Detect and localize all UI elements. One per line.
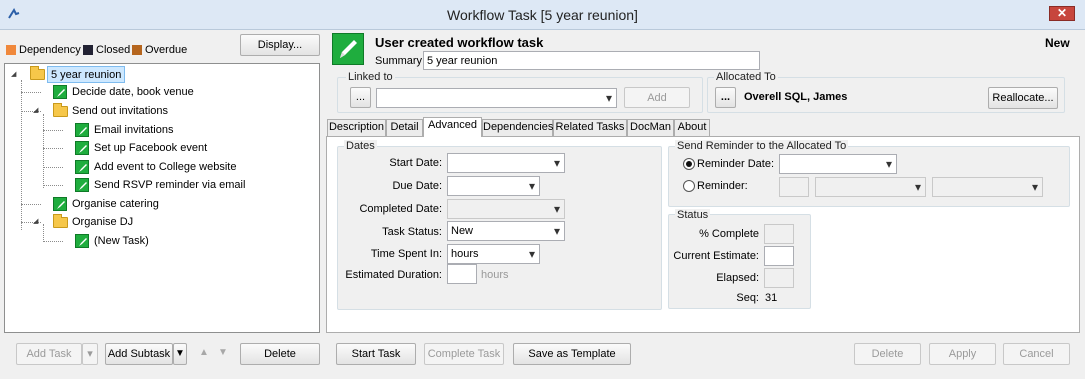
add-subtask-dropdown[interactable]: ▼	[173, 343, 187, 365]
tab-detail[interactable]: Detail	[386, 119, 423, 136]
task-icon	[75, 178, 89, 192]
task-icon	[75, 160, 89, 174]
close-button[interactable]: ✕	[1049, 6, 1075, 21]
completed-date-picker[interactable]	[447, 199, 565, 219]
save-template-button[interactable]: Save as Template	[513, 343, 631, 365]
complete-task-button[interactable]: Complete Task	[424, 343, 504, 365]
tab-description[interactable]: Description	[327, 119, 386, 136]
folder-icon	[30, 66, 45, 80]
tree-root[interactable]: 5 year reunion	[47, 66, 126, 83]
estimated-duration-input[interactable]	[447, 264, 477, 284]
seq-label: Seq:	[736, 292, 759, 304]
tab-docman[interactable]: DocMan	[627, 119, 674, 136]
tree-item[interactable]: Send out invitations	[72, 103, 168, 119]
closed-swatch	[83, 45, 93, 55]
dependency-swatch	[6, 45, 16, 55]
task-icon	[75, 123, 89, 137]
linked-browse-button[interactable]: ...	[350, 87, 371, 108]
reminder-option-label: Reminder:	[697, 180, 748, 192]
window-title: Workflow Task [5 year reunion]	[447, 7, 638, 23]
tab-related-tasks[interactable]: Related Tasks	[553, 119, 627, 136]
percent-complete-input[interactable]	[764, 224, 794, 244]
folder-icon	[53, 214, 68, 228]
percent-complete-label: % Complete	[699, 228, 759, 240]
legend-dependency: Dependency	[19, 44, 81, 56]
reminder-date-radio[interactable]	[683, 158, 695, 170]
allocated-browse-button[interactable]: ...	[715, 87, 736, 108]
tree-item[interactable]: Set up Facebook event	[94, 140, 207, 156]
collapse-icon[interactable]: ◢	[33, 106, 38, 114]
delete-button[interactable]: Delete	[854, 343, 921, 365]
time-spent-label: Time Spent In:	[370, 248, 442, 260]
hours-unit: hours	[481, 269, 509, 281]
reminder-date-label: Reminder Date:	[697, 158, 775, 170]
task-icon	[75, 141, 89, 155]
elapsed-input[interactable]	[764, 268, 794, 288]
current-estimate-input[interactable]	[764, 246, 794, 266]
summary-label: Summary:	[375, 55, 426, 67]
tab-dependencies[interactable]: Dependencies	[482, 119, 553, 136]
start-date-picker[interactable]	[447, 153, 565, 173]
tree-item[interactable]: (New Task)	[94, 233, 149, 249]
overdue-swatch	[132, 45, 142, 55]
reallocate-button[interactable]: Reallocate...	[988, 87, 1058, 109]
task-tree[interactable]: ◢ 5 year reunion Decide date, book venue…	[4, 63, 320, 333]
task-icon	[53, 85, 67, 99]
cancel-button[interactable]: Cancel	[1003, 343, 1070, 365]
due-date-picker[interactable]	[447, 176, 540, 196]
task-status-field-label: Task Status:	[382, 226, 442, 238]
reminder-unit-select[interactable]	[815, 177, 926, 197]
tree-item[interactable]: Email invitations	[94, 122, 173, 138]
add-task-dropdown[interactable]: ▾	[82, 343, 98, 365]
summary-input[interactable]: 5 year reunion	[423, 51, 760, 70]
move-up-icon[interactable]: ▲	[199, 347, 209, 358]
tree-item[interactable]: Add event to College website	[94, 159, 236, 175]
due-date-label: Due Date:	[392, 180, 442, 192]
tree-item[interactable]: Decide date, book venue	[72, 84, 194, 100]
tree-delete-button[interactable]: Delete	[240, 343, 320, 365]
display-button[interactable]: Display...	[240, 34, 320, 56]
tab-about[interactable]: About	[674, 119, 710, 136]
collapse-icon[interactable]: ◢	[33, 217, 38, 225]
folder-icon	[53, 103, 68, 117]
task-icon	[75, 234, 89, 248]
reminder-when-select[interactable]	[932, 177, 1043, 197]
task-type-icon	[332, 33, 364, 65]
legend-closed: Closed	[96, 44, 131, 56]
linked-select[interactable]	[376, 88, 617, 108]
linked-add-button[interactable]: Add	[624, 87, 690, 108]
seq-value: 31	[765, 292, 778, 304]
tree-item[interactable]: Organise catering	[72, 196, 159, 212]
allocated-label: Allocated To	[714, 71, 778, 83]
start-date-label: Start Date:	[389, 157, 442, 169]
reminder-date-picker[interactable]	[779, 154, 897, 174]
start-task-button[interactable]: Start Task	[336, 343, 416, 365]
completed-date-label: Completed Date:	[359, 203, 442, 215]
linked-label: Linked to	[346, 71, 395, 83]
task-status-select[interactable]: New	[447, 221, 565, 241]
allocated-name: Overell SQL, James	[744, 91, 848, 103]
task-status-label: New	[1045, 36, 1070, 50]
time-spent-select[interactable]: hours	[447, 244, 540, 264]
reminder-label: Send Reminder to the Allocated To	[675, 140, 849, 152]
tab-advanced[interactable]: Advanced	[423, 117, 482, 137]
current-estimate-label: Current Estimate:	[673, 250, 759, 262]
collapse-icon[interactable]: ◢	[11, 70, 16, 78]
task-icon	[53, 197, 67, 211]
reminder-amount-input[interactable]	[779, 177, 809, 197]
apply-button[interactable]: Apply	[929, 343, 996, 365]
add-subtask-button[interactable]: Add Subtask	[105, 343, 173, 365]
status-label: Status	[675, 209, 711, 221]
reminder-radio[interactable]	[683, 180, 695, 192]
estimated-duration-label: Estimated Duration:	[345, 269, 442, 281]
elapsed-label: Elapsed:	[716, 272, 759, 284]
add-task-button[interactable]: Add Task	[16, 343, 82, 365]
task-heading: User created workflow task	[375, 35, 544, 50]
legend-overdue: Overdue	[145, 44, 188, 56]
tree-item[interactable]: Organise DJ	[72, 214, 133, 230]
move-down-icon[interactable]: ▼	[218, 347, 228, 358]
dates-label: Dates	[344, 140, 377, 152]
tree-item[interactable]: Send RSVP reminder via email	[94, 177, 245, 193]
